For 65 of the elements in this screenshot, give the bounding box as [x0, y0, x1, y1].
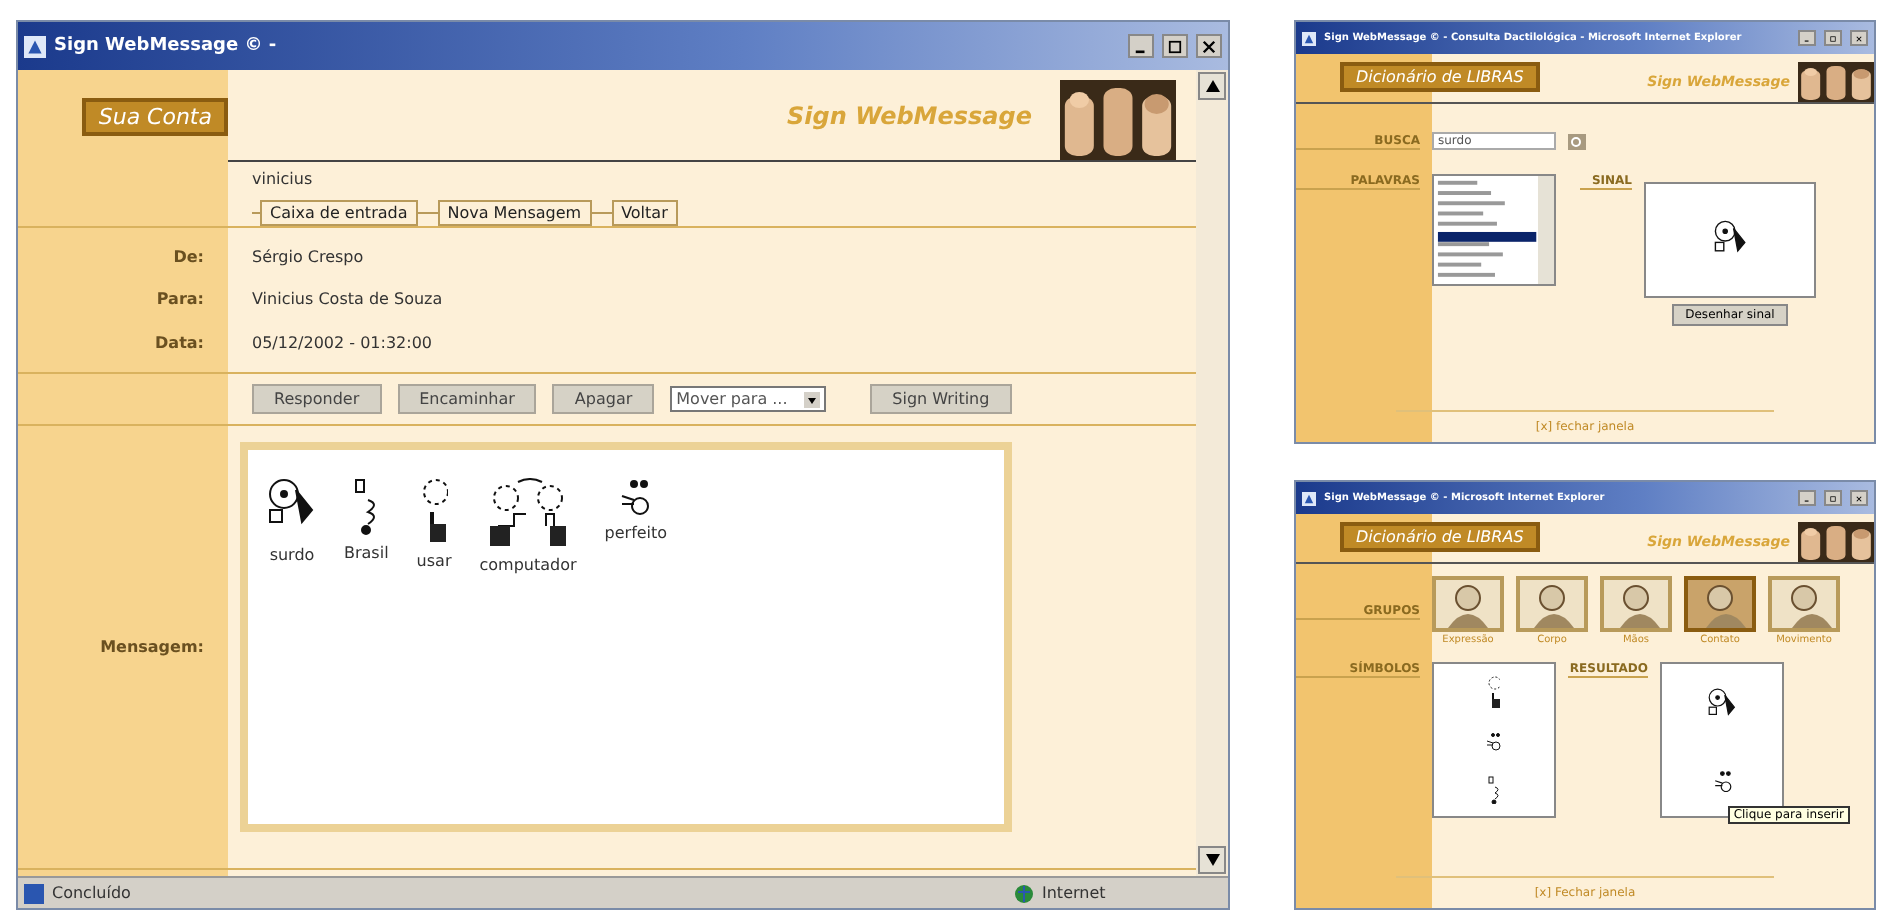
field-label: Para: [156, 290, 204, 309]
maximize-button[interactable] [1162, 34, 1188, 58]
close-icon [1856, 35, 1862, 41]
globe-icon [1014, 883, 1034, 903]
group-tile[interactable] [1768, 576, 1840, 632]
word-list[interactable] [1432, 174, 1556, 286]
symbol-list[interactable] [1432, 662, 1556, 818]
sign-symbol-drawing [1487, 675, 1501, 709]
window-title: Sign WebMessage © - [54, 36, 279, 56]
nav-button[interactable]: Caixa de entrada [260, 200, 418, 226]
sign-word: usar [416, 552, 452, 570]
sign-symbol-drawing [1713, 769, 1731, 793]
sign-symbol-drawing [353, 478, 380, 536]
page-header: Dicionário de LIBRAS [1340, 522, 1540, 552]
close-button[interactable] [1196, 34, 1222, 58]
page-icon [24, 883, 44, 903]
action-button[interactable]: Encaminhar [397, 384, 537, 414]
minimize-button[interactable] [1128, 34, 1154, 58]
browser-icon [1302, 491, 1316, 505]
sign-word: perfeito [604, 524, 668, 542]
scroll-down-icon[interactable] [1205, 854, 1219, 866]
brand-text: Sign WebMessage [787, 102, 1032, 134]
group-tile[interactable] [1432, 576, 1504, 632]
close-icon [1202, 39, 1216, 53]
action-button[interactable]: Responder [252, 384, 382, 414]
group-tile[interactable] [1516, 576, 1588, 632]
maximize-icon [1168, 39, 1182, 53]
field-label: Data: [155, 333, 204, 352]
maximize-button[interactable] [1824, 30, 1842, 46]
status-text: Concluído [52, 884, 133, 902]
maximize-icon [1830, 495, 1836, 501]
group-tile[interactable] [1600, 576, 1672, 632]
close-button[interactable] [1850, 490, 1868, 506]
dropdown-arrow-icon[interactable] [804, 391, 821, 407]
group-tile[interactable] [1684, 576, 1756, 632]
maximize-button[interactable] [1824, 490, 1842, 506]
sign-word: Brasil [344, 544, 389, 562]
browser-icon [24, 35, 46, 57]
nav-button[interactable]: Voltar [611, 200, 678, 226]
sign-word: computador [479, 556, 577, 574]
sign-symbol-drawing [1487, 775, 1501, 805]
scroll-up-icon[interactable] [1205, 80, 1219, 92]
field-value: Vinicius Costa de Souza [252, 290, 445, 309]
close-icon [1856, 495, 1862, 501]
field-value: Sérgio Crespo [252, 248, 366, 267]
field-label: De: [173, 248, 204, 267]
scrollbar[interactable] [1196, 70, 1228, 876]
field-value: 05/12/2002 - 01:32:00 [252, 333, 435, 352]
browser-icon [1302, 31, 1316, 45]
sign-symbol-drawing [488, 478, 568, 548]
message-label: Mensagem: [100, 638, 204, 656]
username: vinicius [250, 168, 315, 188]
maximize-icon [1830, 35, 1836, 41]
sign-symbol-drawing [620, 478, 651, 516]
sign-symbol-drawing [1486, 732, 1502, 752]
action-button[interactable]: Sign Writing [870, 384, 1012, 414]
page-header: Dicionário de LIBRAS [1340, 62, 1540, 92]
sign-word: surdo [269, 546, 315, 564]
search-icon[interactable] [1568, 133, 1586, 149]
nav-button[interactable]: Nova Mensagem [437, 200, 592, 226]
zone-text: Internet [1042, 884, 1108, 902]
close-button[interactable] [1850, 30, 1868, 46]
action-button[interactable]: Apagar [552, 384, 655, 414]
sign-symbol-drawing [421, 478, 448, 544]
folder-select[interactable]: Mover para ... [670, 386, 827, 412]
